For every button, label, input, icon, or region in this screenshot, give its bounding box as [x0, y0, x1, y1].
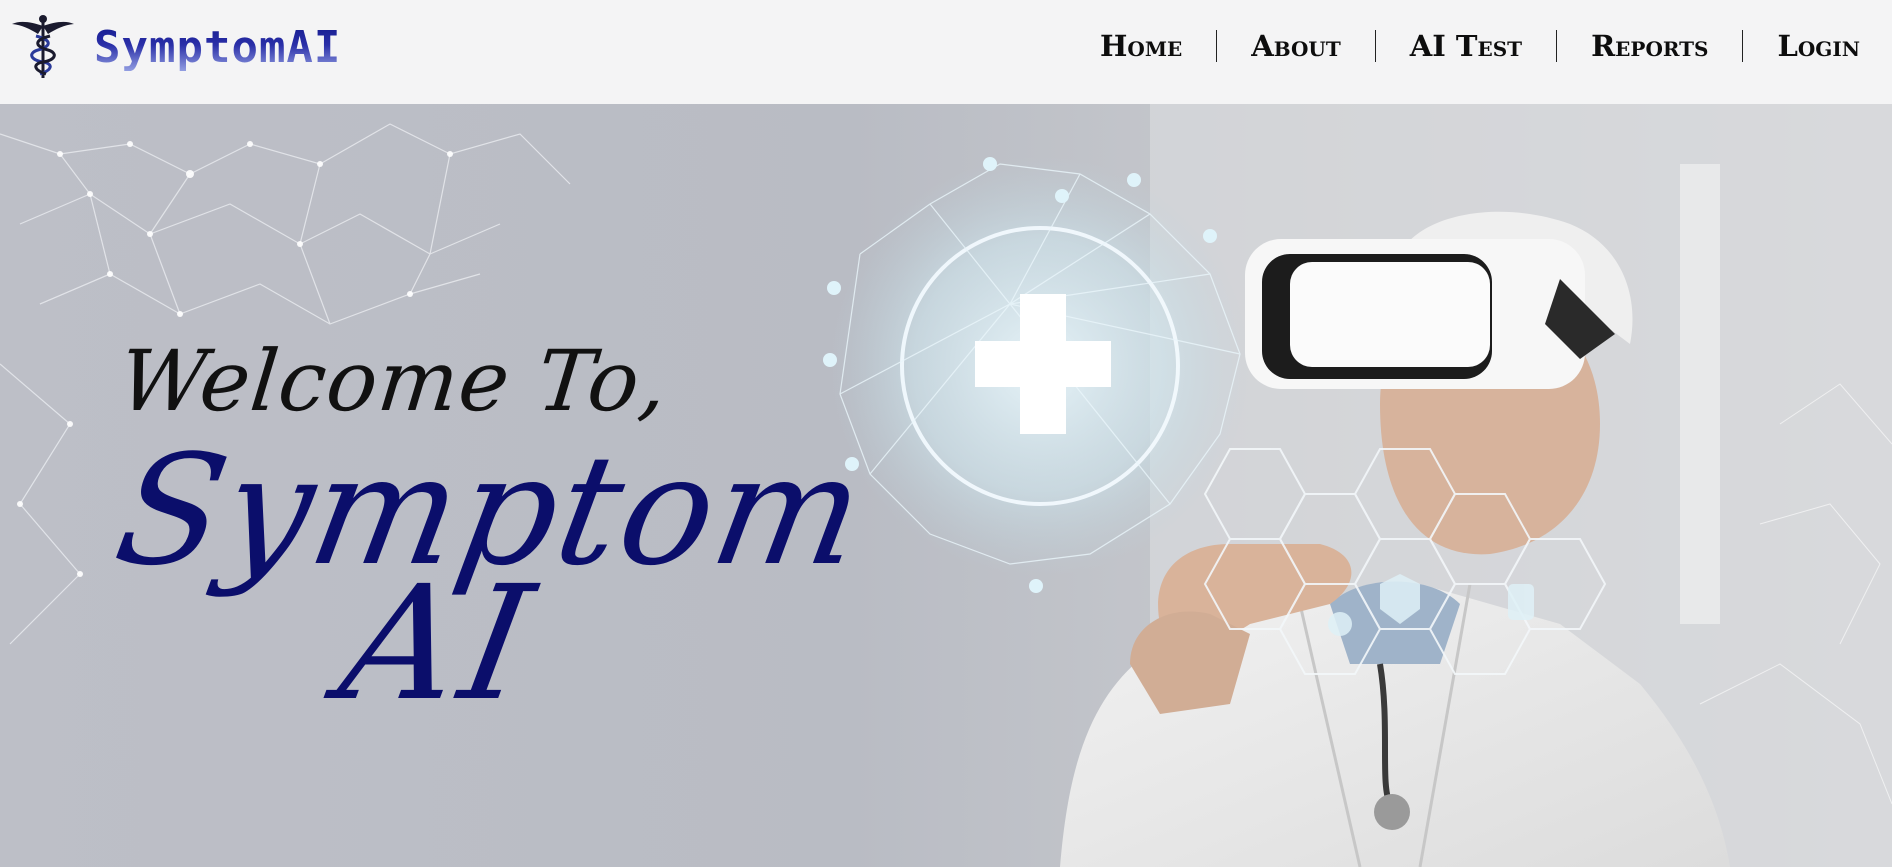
nav-login[interactable]: Login [1742, 30, 1864, 62]
brand-logo[interactable]: SymptomAI [8, 12, 341, 82]
hero-welcome-text: Welcome To, [114, 332, 673, 430]
main-nav: Home About AI Test Reports Login [1066, 28, 1864, 64]
nav-reports[interactable]: Reports [1556, 30, 1742, 62]
nav-home[interactable]: Home [1066, 30, 1216, 62]
hero-title-line2: AI [328, 552, 550, 736]
hero-banner: Welcome To, Symptom AI [0, 104, 1892, 867]
nav-ai-test[interactable]: AI Test [1374, 30, 1556, 62]
brand-name: SymptomAI [94, 21, 342, 73]
caduceus-icon [12, 15, 74, 78]
nav-about[interactable]: About [1216, 30, 1375, 62]
top-navbar: SymptomAI Home About AI Test Reports Log… [0, 0, 1892, 104]
